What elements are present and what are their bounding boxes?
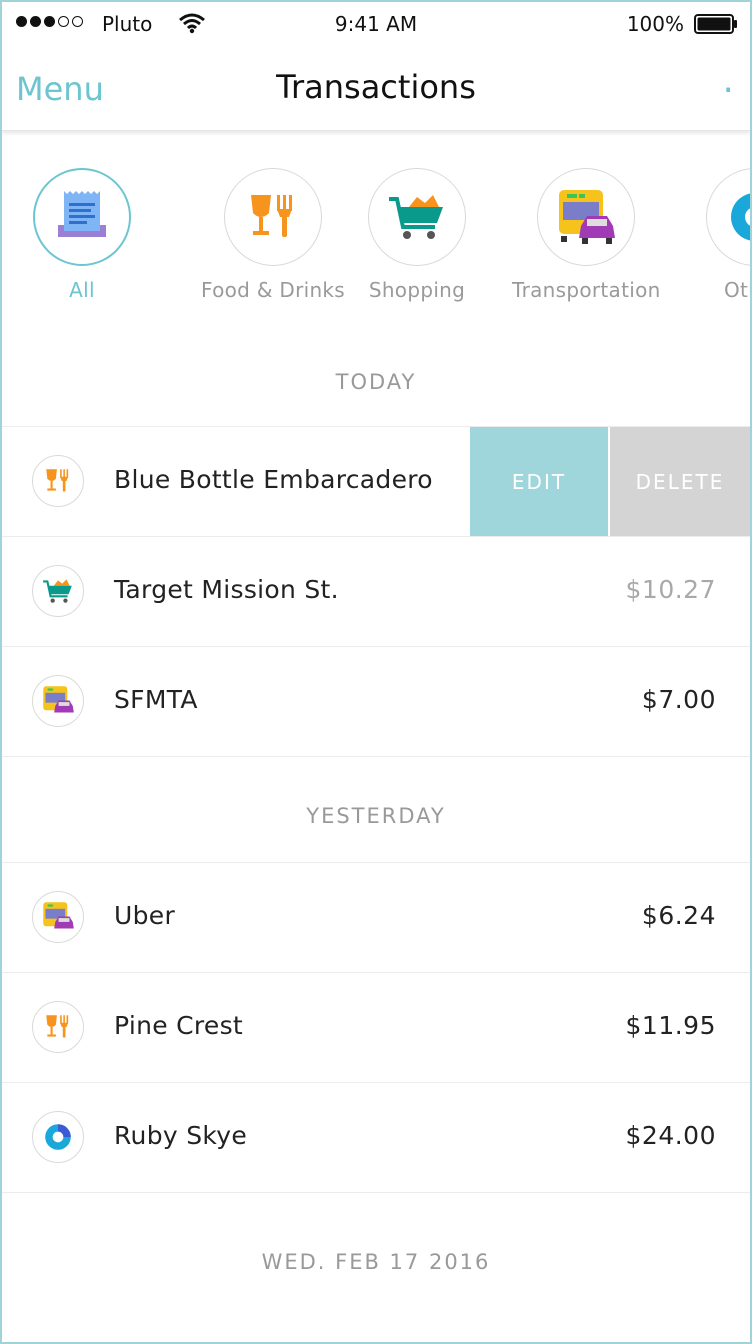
transaction-name: SFMTA [114, 685, 198, 714]
food-drinks-icon [224, 168, 323, 266]
food-drinks-icon [32, 455, 84, 507]
transportation-icon [32, 675, 84, 727]
category-label: Transportation [512, 278, 661, 302]
category-filter-bar: All Food & Drinks Shopping Transportatio… [2, 168, 750, 318]
transaction-amount: $6.24 [641, 901, 716, 930]
status-bar: Pluto 9:41 AM 100% [2, 2, 750, 46]
other-icon [706, 168, 750, 266]
transaction-row[interactable]: SFMTA $7.00 [2, 646, 750, 756]
app-frame: Pluto 9:41 AM 100% Menu Transactions . A… [0, 0, 752, 1344]
navigation-bar: Menu Transactions . [2, 46, 750, 131]
transaction-row[interactable]: Ruby Skye $24.00 [2, 1082, 750, 1192]
transaction-name: Target Mission St. [114, 575, 339, 604]
transportation-icon [537, 168, 636, 266]
more-button[interactable]: . [723, 60, 734, 101]
shopping-cart-icon [368, 168, 466, 266]
category-label: Other [724, 278, 750, 302]
transaction-name: Ruby Skye [114, 1121, 248, 1150]
shopping-cart-icon [32, 565, 84, 617]
transaction-amount: $24.00 [625, 1121, 716, 1150]
receipt-icon [33, 168, 131, 266]
row-divider [2, 1192, 750, 1193]
category-label: All [69, 278, 95, 302]
page-title: Transactions [276, 68, 476, 106]
transaction-amount: $10.27 [625, 575, 716, 604]
transaction-name: Pine Crest [114, 1011, 244, 1040]
transaction-row[interactable]: Target Mission St. $10.27 [2, 536, 750, 646]
category-all[interactable]: All [33, 168, 131, 302]
transaction-row[interactable]: Blue Bottle Embarcadero EDIT DELETE [2, 426, 750, 536]
transaction-name: Blue Bottle Embarcadero [114, 465, 433, 494]
food-drinks-icon [32, 1001, 84, 1053]
edit-button[interactable]: EDIT [470, 427, 608, 536]
battery-percent: 100% [626, 12, 684, 36]
delete-button[interactable]: DELETE [610, 427, 750, 536]
category-label: Shopping [368, 278, 466, 302]
other-icon [32, 1111, 84, 1163]
category-other[interactable]: Other [706, 168, 750, 302]
category-transportation[interactable]: Transportation [512, 168, 661, 302]
transaction-row[interactable]: Pine Crest $11.95 [2, 972, 750, 1082]
section-header-date: WED. FEB 17 2016 [261, 1250, 491, 1274]
transaction-amount: $11.95 [625, 1011, 716, 1040]
transaction-amount: $7.00 [641, 685, 716, 714]
battery-icon [694, 14, 738, 34]
row-divider [2, 756, 750, 757]
transaction-row[interactable]: Uber $6.24 [2, 862, 750, 972]
category-label: Food & Drinks [201, 278, 346, 302]
section-header-yesterday: YESTERDAY [306, 804, 446, 828]
category-food-drinks[interactable]: Food & Drinks [201, 168, 345, 302]
transportation-icon [32, 891, 84, 943]
transaction-name: Uber [114, 901, 176, 930]
category-shopping[interactable]: Shopping [368, 168, 466, 302]
section-header-today: TODAY [335, 370, 417, 394]
